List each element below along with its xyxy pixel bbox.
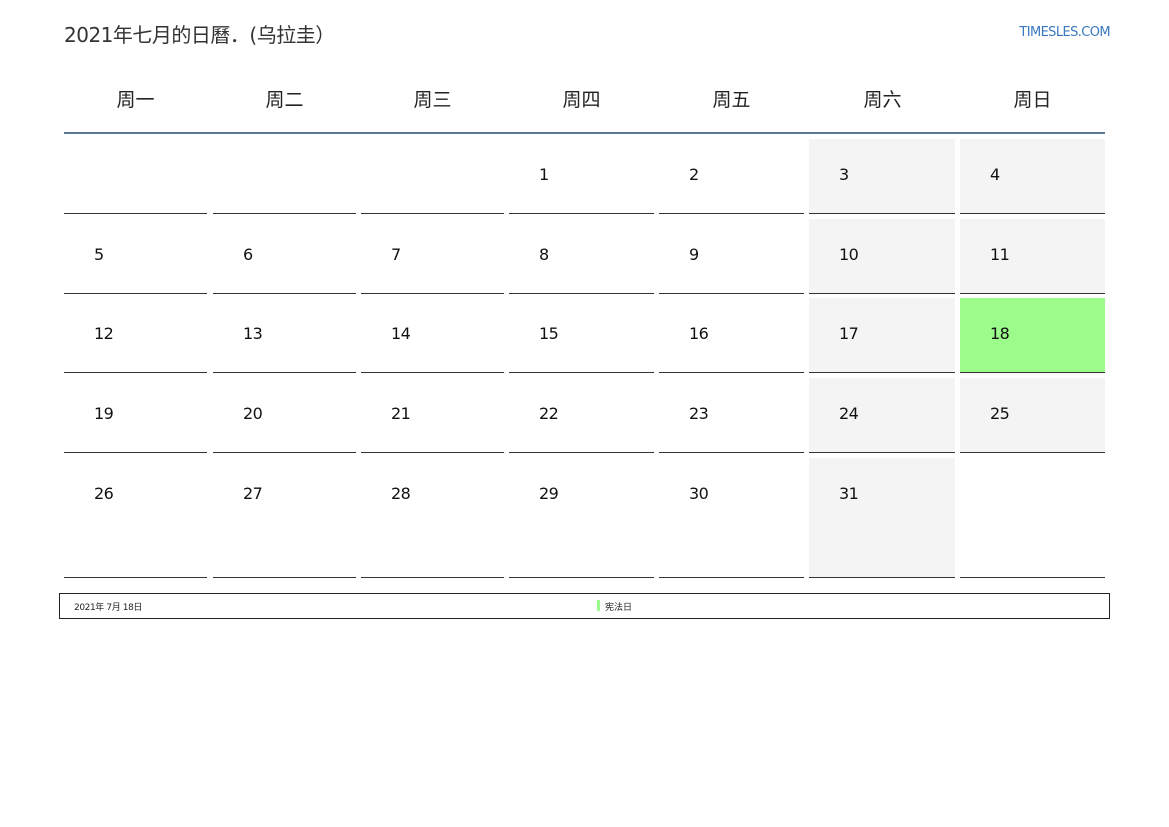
weekday-thu: 周四 [562,89,601,111]
day-number: 23 [689,404,709,423]
day-cell: 26 [64,458,207,578]
day-number: 29 [539,484,559,503]
day-cell: 24 [809,378,955,453]
day-number: 17 [839,324,859,343]
day-number: 7 [391,245,401,264]
day-cell: 1 [509,139,654,214]
day-cell: 29 [509,458,654,578]
empty-day-cell [960,458,1105,578]
day-cell: 5 [64,219,207,294]
holiday-name: 宪法日 [605,603,633,613]
empty-day-cell [64,139,207,214]
day-cell: 25 [960,378,1105,453]
day-cell: 23 [659,378,804,453]
weekday-fri: 周五 [712,89,751,111]
day-number: 2 [689,165,699,184]
day-number: 1 [539,165,549,184]
day-number: 6 [243,245,253,264]
day-cell: 17 [809,298,955,373]
day-cell: 31 [809,458,955,578]
day-cell: 27 [213,458,356,578]
weekday-header-row: 周一 周二 周三 周四 周五 周六 周日 [64,84,1105,134]
day-cell: 9 [659,219,804,294]
day-cell: 28 [361,458,504,578]
weekday-sat: 周六 [863,89,902,111]
day-cell: 19 [64,378,207,453]
day-cell: 13 [213,298,356,373]
day-number: 13 [243,324,263,343]
day-cell: 20 [213,378,356,453]
holiday-legend: 2021年 7月 18日 宪法日 [59,593,1110,619]
day-cell: 11 [960,219,1105,294]
day-number: 21 [391,404,411,423]
day-cell: 30 [659,458,804,578]
day-cell: 4 [960,139,1105,214]
day-cell: 15 [509,298,654,373]
day-cell: 16 [659,298,804,373]
day-number: 30 [689,484,709,503]
day-number: 18 [990,324,1010,343]
day-number: 20 [243,404,263,423]
day-cell: 7 [361,219,504,294]
day-cell: 2 [659,139,804,214]
day-cell: 10 [809,219,955,294]
day-cell: 8 [509,219,654,294]
page-title: 2021年七月的日曆．(乌拉圭） [64,23,335,47]
day-number: 15 [539,324,559,343]
day-number: 4 [990,165,1000,184]
day-cell: 6 [213,219,356,294]
day-number: 12 [94,324,114,343]
day-number: 3 [839,165,849,184]
weekday-sun: 周日 [1013,89,1052,111]
day-number: 16 [689,324,709,343]
empty-day-cell [213,139,356,214]
day-number: 28 [391,484,411,503]
day-number: 31 [839,484,859,503]
day-number: 14 [391,324,411,343]
day-cell: 12 [64,298,207,373]
site-link[interactable]: TIMESLES.COM [1019,25,1110,40]
day-number: 25 [990,404,1010,423]
day-number: 5 [94,245,104,264]
day-number: 9 [689,245,699,264]
day-number: 19 [94,404,114,423]
holiday-date: 2021年 7月 18日 [74,603,143,613]
day-cell: 14 [361,298,504,373]
day-number: 8 [539,245,549,264]
weekday-wed: 周三 [413,89,452,111]
day-number: 10 [839,245,859,264]
weekday-mon: 周一 [116,89,155,111]
day-number: 11 [990,245,1010,264]
day-cell: 18 [960,298,1105,373]
day-cell: 3 [809,139,955,214]
day-number: 27 [243,484,263,503]
day-cell: 22 [509,378,654,453]
day-cell: 21 [361,378,504,453]
day-number: 22 [539,404,559,423]
holiday-color-marker [597,600,600,611]
day-number: 24 [839,404,859,423]
weekday-tue: 周二 [265,89,304,111]
day-number: 26 [94,484,114,503]
empty-day-cell [361,139,504,214]
